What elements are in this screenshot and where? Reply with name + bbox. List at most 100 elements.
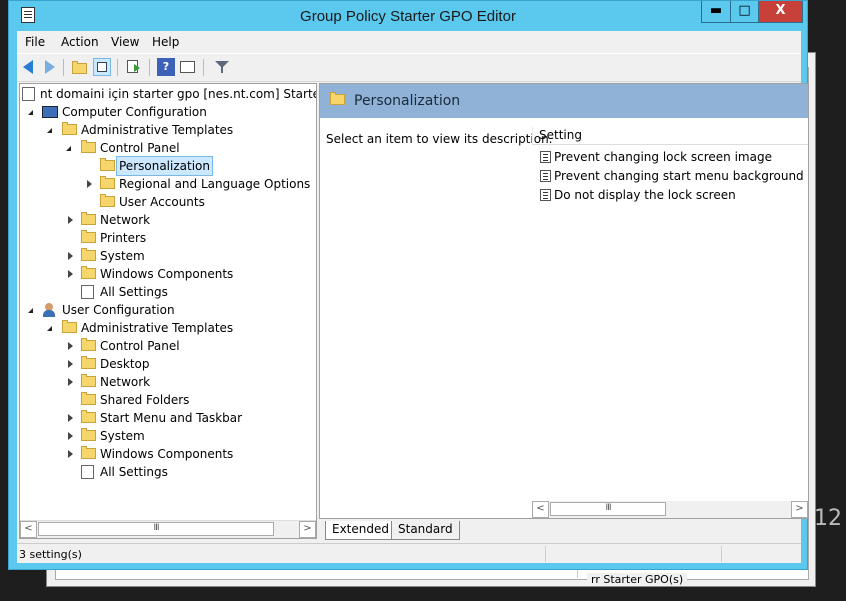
scroll-thumb[interactable]: III	[550, 502, 666, 516]
gpo-editor-window: Group Policy Starter GPO Editor ▬ □ X Fi…	[8, 0, 809, 570]
folder-icon	[81, 374, 96, 387]
expand-closed-icon[interactable]	[68, 378, 73, 386]
expand-closed-icon[interactable]	[68, 270, 73, 278]
expand-closed-icon[interactable]	[68, 216, 73, 224]
scroll-right-button[interactable]: >	[791, 501, 808, 518]
tree-node-label: Network	[100, 213, 151, 227]
tree-node-label: Shared Folders	[100, 393, 190, 407]
setting-label: Prevent changing start menu background	[554, 169, 804, 183]
menu-file[interactable]: File	[25, 35, 45, 49]
folder-icon	[330, 92, 345, 105]
details-header: Personalization	[320, 84, 808, 118]
toolbar-separator	[203, 59, 204, 76]
expand-closed-icon[interactable]	[68, 432, 73, 440]
toolbar: ?	[17, 53, 801, 82]
expand-closed-icon[interactable]	[68, 360, 73, 368]
tree-node-label: Control Panel	[100, 339, 180, 353]
expand-closed-icon[interactable]	[68, 342, 73, 350]
folder-icon	[81, 392, 96, 405]
folder-icon	[100, 194, 115, 207]
expand-closed-icon[interactable]	[68, 252, 73, 260]
scroll-thumb[interactable]: III	[38, 522, 274, 536]
folder-icon	[81, 248, 96, 261]
setting-policy-icon	[540, 189, 551, 201]
tree-node-label: nt domaini için starter gpo [nes.nt.com]…	[40, 87, 317, 101]
window-title: Group Policy Starter GPO Editor	[300, 8, 516, 25]
expand-closed-icon[interactable]	[87, 180, 92, 188]
export-list-icon[interactable]	[125, 58, 143, 76]
folder-icon	[81, 356, 96, 369]
minimize-button[interactable]: ▬	[701, 1, 731, 23]
expand-open-icon[interactable]	[47, 326, 52, 331]
description-text: Select an item to view its description.	[326, 132, 553, 146]
folder-icon	[100, 176, 115, 189]
menu-help[interactable]: Help	[152, 35, 179, 49]
forward-arrow-icon[interactable]	[41, 58, 59, 76]
show-hide-tree-icon[interactable]	[93, 58, 111, 76]
folder-icon	[81, 266, 96, 279]
tree-node-label: Administrative Templates	[81, 123, 234, 137]
toolbar-separator	[149, 59, 150, 76]
expand-open-icon[interactable]	[47, 128, 52, 133]
tree-node-label: All Settings	[100, 465, 168, 479]
expand-closed-icon[interactable]	[68, 414, 73, 422]
setting-policy-icon	[540, 151, 551, 163]
folder-icon	[81, 140, 96, 153]
folder-icon	[72, 61, 87, 74]
gpo-document-icon	[22, 87, 35, 101]
tree-node-label: Windows Components	[100, 267, 234, 281]
tab-extended[interactable]: Extended	[325, 521, 396, 540]
tree-node-label: Windows Components	[100, 447, 234, 461]
scroll-right-button[interactable]: >	[299, 521, 316, 538]
tree-horizontal-scrollbar[interactable]: < III >	[20, 520, 316, 538]
view-tabs: Extended Standard	[319, 521, 807, 541]
maximize-button[interactable]: □	[731, 1, 759, 23]
scroll-left-button[interactable]: <	[20, 521, 37, 538]
tree-node-label: Start Menu and Taskbar	[100, 411, 243, 425]
title-bar[interactable]: Group Policy Starter GPO Editor ▬ □ X	[9, 1, 807, 31]
column-header-label: Setting	[539, 128, 582, 142]
up-folder-icon[interactable]	[71, 58, 89, 76]
tree-node-label: Printers	[100, 231, 147, 245]
menu-action[interactable]: Action	[61, 35, 99, 49]
toolbar-separator	[63, 59, 64, 76]
toolbar-separator	[117, 59, 118, 76]
expand-open-icon[interactable]	[66, 146, 71, 151]
status-bar: 3 setting(s)	[17, 543, 801, 564]
tree-node-label: Control Panel	[100, 141, 180, 155]
tree-node-label: Desktop	[100, 357, 150, 371]
tab-standard[interactable]: Standard	[391, 521, 460, 540]
filter-icon[interactable]	[213, 58, 231, 76]
all-settings-icon	[81, 285, 94, 299]
tree-node-label: System	[100, 249, 145, 263]
tree-node-label: Personalization	[116, 156, 213, 176]
close-button[interactable]: X	[759, 1, 803, 23]
expand-open-icon[interactable]	[28, 308, 33, 313]
expand-open-icon[interactable]	[28, 110, 33, 115]
tree-node-label: Administrative Templates	[81, 321, 234, 335]
tree-node-label: System	[100, 429, 145, 443]
details-horizontal-scrollbar[interactable]: < III >	[532, 501, 808, 518]
folder-icon	[100, 158, 115, 171]
navigation-tree[interactable]: nt domaini için starter gpo [nes.nt.com]…	[19, 83, 317, 539]
tree-node-label: Network	[100, 375, 151, 389]
status-cell	[545, 546, 722, 562]
details-pane: Personalization Select an item to view i…	[319, 83, 809, 519]
details-title: Personalization	[354, 93, 461, 109]
back-arrow-icon[interactable]	[23, 58, 41, 76]
scroll-left-button[interactable]: <	[532, 501, 549, 518]
expand-closed-icon[interactable]	[68, 450, 73, 458]
status-text: 3 setting(s)	[19, 548, 82, 561]
menu-view[interactable]: View	[111, 35, 139, 49]
folder-icon	[81, 212, 96, 225]
tree-node-label: User Accounts	[119, 195, 205, 209]
status-cell	[721, 546, 800, 562]
computer-icon	[42, 106, 58, 118]
menu-bar: File Action View Help	[17, 31, 801, 52]
folder-icon	[81, 230, 96, 243]
properties-icon[interactable]	[179, 58, 197, 76]
help-icon[interactable]: ?	[157, 58, 175, 76]
user-icon	[43, 303, 55, 317]
column-header-setting[interactable]: Setting	[532, 126, 808, 145]
background-status-text: rr Starter GPO(s)	[587, 573, 688, 586]
